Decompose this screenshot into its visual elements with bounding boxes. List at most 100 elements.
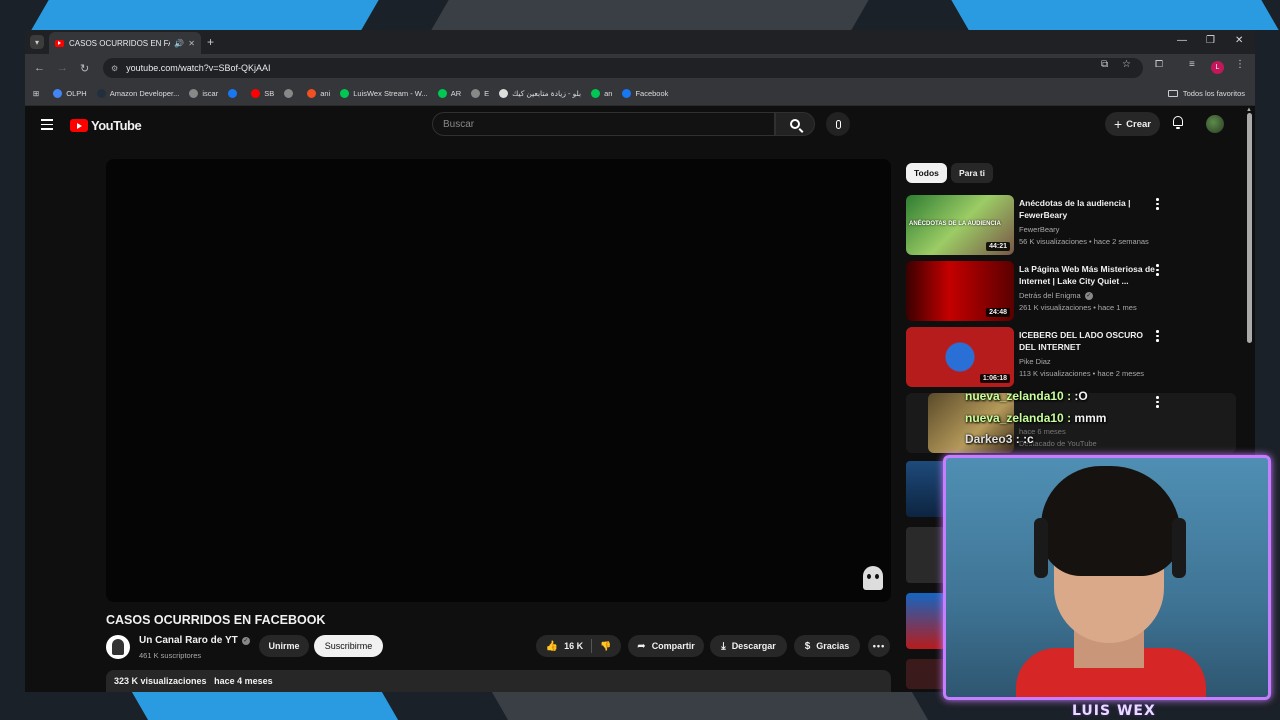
recommendation-title[interactable]: Anécdotas de la audiencia | FewerBeary: [1019, 197, 1159, 221]
speaker-icon[interactable]: 🔊: [174, 39, 184, 48]
chat-text: :c: [1023, 432, 1034, 446]
bookmark-item[interactable]: iscar: [189, 89, 218, 98]
bookmark-item[interactable]: Amazon Developer...: [96, 89, 180, 98]
bookmark-item[interactable]: Facebook: [622, 89, 668, 98]
chip-para-ti[interactable]: Para ti: [951, 163, 993, 183]
media-control-icon[interactable]: ≡: [1189, 59, 1195, 70]
more-vertical-icon[interactable]: [1156, 330, 1159, 344]
headphones-right: [1172, 518, 1186, 578]
youtube-favicon-icon: [55, 39, 64, 47]
download-button[interactable]: ⤓ Descargar: [710, 635, 787, 657]
restore-icon[interactable]: ❐: [1206, 35, 1215, 46]
video-thumbnail[interactable]: ANÉCDOTAS DE LA AUDIENCIA 44:21: [906, 195, 1014, 255]
description-box[interactable]: 323 K visualizaciones hace 4 meses: [106, 670, 891, 692]
thanks-button[interactable]: $ Gracias: [794, 635, 860, 657]
bookmark-label: LuisWex Stream - W...: [353, 89, 428, 98]
bookmarks-bar: ⊞ OLPH Amazon Developer... iscar SB ani LuisW…: [25, 82, 1255, 106]
channel-name-link[interactable]: Un Canal Raro de YT ✓: [139, 635, 250, 646]
recommendation-title[interactable]: La Página Web Más Misteriosa de Internet…: [1019, 263, 1159, 287]
profile-avatar[interactable]: L: [1211, 61, 1224, 74]
all-bookmarks-folder[interactable]: Todos los favoritos: [1167, 89, 1245, 98]
bookmark-item[interactable]: [284, 89, 297, 98]
youtube-logo[interactable]: YouTube: [70, 118, 142, 133]
join-button[interactable]: Unirme: [259, 635, 309, 657]
more-actions-button[interactable]: •••: [868, 635, 890, 657]
bookmark-label: Amazon Developer...: [109, 89, 180, 98]
channel-name: Un Canal Raro de YT: [139, 635, 238, 646]
recommendation-title[interactable]: ICEBERG DEL LADO OSCURO DEL INTERNET: [1019, 329, 1159, 353]
apps-icon[interactable]: ⊞: [33, 89, 39, 98]
notifications-bell-icon[interactable]: [1172, 116, 1184, 129]
close-tab-icon[interactable]: ✕: [188, 39, 195, 48]
new-tab-button[interactable]: +: [207, 35, 214, 49]
channel-avatar[interactable]: [106, 635, 130, 659]
more-vertical-icon[interactable]: [1156, 264, 1159, 278]
search-button[interactable]: [775, 112, 815, 136]
video-thumbnail[interactable]: [906, 461, 946, 517]
create-button[interactable]: + Crear: [1105, 112, 1160, 136]
url-field[interactable]: ⚙ youtube.com/watch?v=SBof-QKjAAI: [103, 58, 1143, 78]
more-vertical-icon[interactable]: [1156, 396, 1159, 410]
share-button[interactable]: ➦ Compartir: [628, 635, 704, 657]
create-label: Crear: [1126, 118, 1151, 130]
video-duration: 1:06:18: [979, 374, 1010, 383]
bookmark-label: iscar: [202, 89, 219, 98]
bookmark-item[interactable]: LuisWex Stream - W...: [340, 89, 428, 98]
search-input[interactable]: Buscar: [432, 112, 775, 136]
bookmark-item[interactable]: an: [591, 89, 612, 98]
recommendation-channel[interactable]: Pike Diaz: [1019, 357, 1051, 366]
address-bar: ← → ↻ ⚙ youtube.com/watch?v=SBof-QKjAAI …: [25, 54, 1255, 82]
back-icon[interactable]: ←: [34, 62, 45, 74]
menu-icon[interactable]: ⋮: [1235, 59, 1245, 70]
video-player[interactable]: [106, 159, 891, 602]
account-avatar[interactable]: [1206, 115, 1224, 133]
subscribe-button[interactable]: Suscribirme: [314, 635, 383, 657]
bookmark-label: SB: [264, 89, 275, 98]
install-app-icon[interactable]: ⧉: [1101, 59, 1108, 70]
bookmark-item[interactable]: بلو - زيادة متابعين كيك: [499, 89, 581, 98]
close-window-icon[interactable]: ✕: [1235, 35, 1243, 46]
bookmark-item[interactable]: [228, 89, 241, 98]
browser-tab[interactable]: CASOS OCURRIDOS EN FA... 🔊 ✕: [49, 32, 201, 54]
video-thumbnail[interactable]: [906, 659, 946, 689]
bookmark-favicon-icon: [251, 89, 261, 98]
background-stripe: [31, 0, 379, 30]
page-scrollbar[interactable]: [1247, 113, 1252, 343]
minimize-icon[interactable]: —: [1177, 35, 1187, 46]
like-button[interactable]: 👍 16 K: [546, 641, 583, 652]
recommendation-item[interactable]: ANÉCDOTAS DE LA AUDIENCIA 44:21 Anécdota…: [906, 195, 1236, 255]
bookmark-star-icon[interactable]: ☆: [1122, 59, 1131, 70]
tab-search-button[interactable]: ▾: [30, 35, 44, 49]
forward-icon[interactable]: →: [57, 62, 68, 74]
bookmark-label: OLPH: [66, 89, 87, 98]
reload-icon[interactable]: ↻: [80, 62, 89, 75]
voice-search-button[interactable]: [826, 112, 850, 136]
bookmark-item[interactable]: OLPH: [53, 89, 87, 98]
recommendation-item[interactable]: 1:06:18 ICEBERG DEL LADO OSCURO DEL INTE…: [906, 327, 1236, 387]
menu-hamburger-icon[interactable]: [41, 119, 53, 133]
extensions-icon[interactable]: ⧠: [1155, 59, 1163, 70]
recommendation-channel[interactable]: FewerBeary: [1019, 225, 1059, 234]
background-stripe: [491, 692, 929, 720]
site-info-icon[interactable]: ⚙: [111, 64, 118, 73]
dislike-button[interactable]: 👎: [600, 641, 611, 652]
bookmark-item[interactable]: ani: [307, 89, 330, 98]
bookmark-label: AR: [450, 89, 462, 98]
more-vertical-icon[interactable]: [1156, 198, 1159, 212]
chip-todos[interactable]: Todos: [906, 163, 947, 183]
chat-text: mmm: [1074, 411, 1107, 425]
video-thumbnail[interactable]: 24:48: [906, 261, 1014, 321]
bookmark-item[interactable]: E: [471, 89, 489, 98]
video-thumbnail[interactable]: [906, 527, 946, 583]
bookmark-item[interactable]: SB: [251, 89, 274, 98]
recommendation-item[interactable]: 24:48 La Página Web Más Misteriosa de In…: [906, 261, 1236, 321]
bookmark-item[interactable]: AR: [437, 89, 462, 98]
channel-watermark-ghost-icon[interactable]: [863, 566, 883, 590]
video-thumbnail[interactable]: [906, 593, 946, 649]
recommendation-channel-row[interactable]: Detrás del Enigma ✓: [1019, 291, 1093, 300]
chat-message: nueva_zelanda10 : mmm: [965, 411, 1106, 425]
download-label: Descargar: [731, 641, 776, 651]
video-thumbnail[interactable]: 1:06:18: [906, 327, 1014, 387]
bookmark-favicon-icon: [340, 89, 350, 98]
bookmark-label: Facebook: [635, 89, 669, 98]
